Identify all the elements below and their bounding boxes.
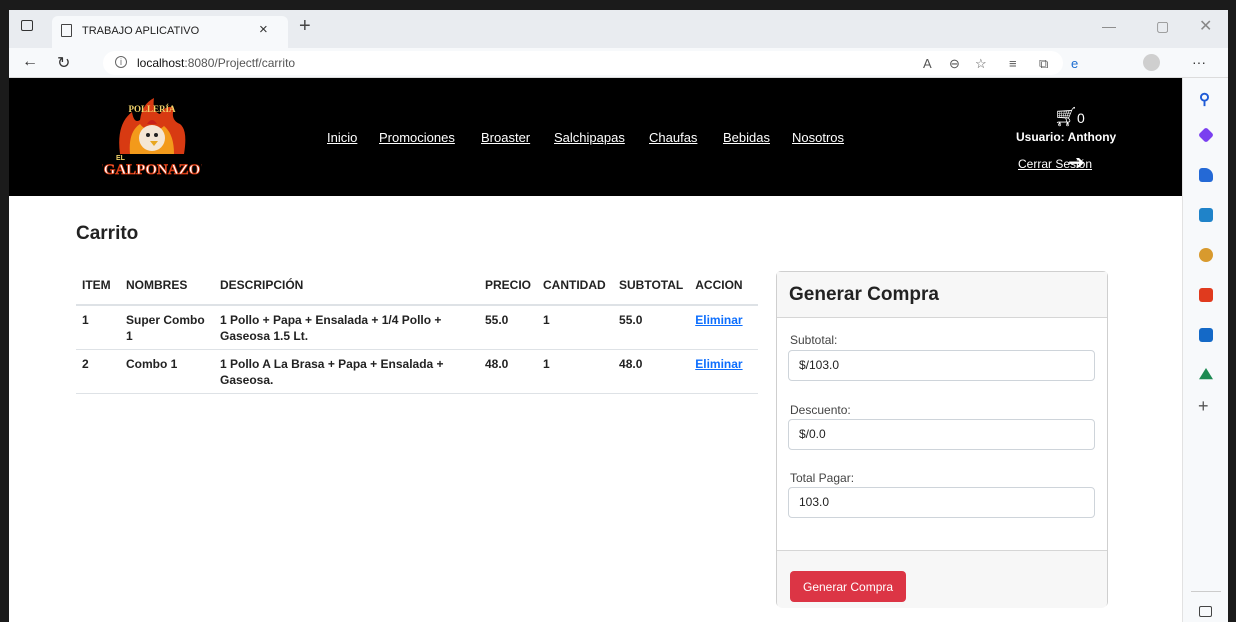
drop-icon[interactable]: [1199, 368, 1213, 380]
total-field[interactable]: 103.0: [788, 487, 1095, 518]
favorites-list-icon[interactable]: ≡: [1009, 56, 1017, 71]
col-item: ITEM: [76, 278, 120, 306]
collections-icon[interactable]: ⧉: [1039, 56, 1048, 72]
refresh-icon[interactable]: ↻: [57, 53, 70, 73]
logo-main-text: "GALPONAZO": [102, 162, 202, 178]
cell-subtotal: 55.0: [613, 305, 690, 350]
new-tab-button[interactable]: +: [299, 15, 311, 38]
cell-cantidad: 1: [537, 305, 614, 350]
ie-mode-icon[interactable]: e: [1071, 56, 1078, 71]
address-bar-row: ← ↻ i localhost:8080/Projectf/carrito A …: [9, 48, 1228, 78]
cell-accion: Eliminar: [689, 305, 758, 350]
page-icon: [61, 24, 72, 37]
col-nombres: NOMBRES: [120, 278, 214, 306]
search-icon[interactable]: ⚲: [1199, 90, 1213, 108]
col-cantidad: CANTIDAD: [537, 278, 614, 306]
logo-top-text: POLLERÍA: [128, 104, 176, 114]
user-label: Usuario: Anthony: [1016, 130, 1117, 144]
site-header: POLLERÍA EL "GALPONAZO" Inicio Promocion…: [9, 78, 1182, 196]
page-title: Carrito: [76, 223, 139, 244]
edge-sidebar: ⚲ +: [1182, 78, 1228, 622]
close-tab-icon[interactable]: ×: [259, 21, 268, 38]
cell-item: 1: [76, 305, 120, 350]
add-sidebar-icon[interactable]: +: [1198, 396, 1209, 417]
subtotal-field[interactable]: $/103.0: [788, 350, 1095, 381]
sidebar-divider: [1191, 591, 1221, 592]
back-icon[interactable]: ←: [22, 53, 38, 71]
total-label: Total Pagar:: [790, 471, 855, 485]
table-row: 2 Combo 1 1 Pollo A La Brasa + Papa + En…: [76, 349, 758, 394]
url-host: localhost: [137, 56, 185, 70]
close-window-icon[interactable]: ✕: [1199, 16, 1212, 36]
tab-actions-icon[interactable]: [21, 20, 33, 31]
games-icon[interactable]: [1199, 248, 1213, 262]
cell-accion: Eliminar: [689, 349, 758, 394]
nav-nosotros[interactable]: Nosotros: [792, 130, 844, 145]
table-row: 1 Super Combo 1 1 Pollo + Papa + Ensalad…: [76, 305, 758, 350]
cart-count: 0: [1077, 110, 1085, 126]
table-header-row: ITEM NOMBRES DESCRIPCIÓN PRECIO CANTIDAD…: [76, 278, 758, 306]
read-aloud-icon[interactable]: A: [923, 56, 932, 71]
logo-el-text: EL: [116, 155, 126, 162]
nav-chaufas[interactable]: Chaufas: [649, 130, 697, 145]
nav-salchipapas[interactable]: Salchipapas: [554, 130, 625, 145]
tab-title: TRABAJO APLICATIVO: [82, 25, 200, 37]
cell-item: 2: [76, 349, 120, 394]
nav-bebidas[interactable]: Bebidas: [723, 130, 770, 145]
summary-footer: Generar Compra: [777, 550, 1107, 608]
cell-subtotal: 48.0: [613, 349, 690, 394]
profile-avatar[interactable]: [1143, 54, 1160, 71]
cart-table: ITEM NOMBRES DESCRIPCIÓN PRECIO CANTIDAD…: [76, 278, 758, 394]
descuento-label: Descuento:: [790, 403, 851, 417]
logout-icon[interactable]: ➔: [1068, 150, 1085, 175]
subtotal-label: Subtotal:: [790, 333, 838, 347]
cell-nombre: Super Combo 1: [120, 305, 214, 350]
eliminar-link[interactable]: Eliminar: [695, 313, 742, 327]
restore-icon[interactable]: ▢: [1156, 18, 1169, 35]
zoom-icon[interactable]: ⊖: [949, 56, 960, 72]
col-subtotal: SUBTOTAL: [613, 278, 690, 306]
office-icon[interactable]: [1199, 288, 1213, 302]
info-icon[interactable]: i: [115, 56, 127, 68]
favorite-icon[interactable]: ☆: [975, 56, 987, 72]
browser-tab[interactable]: TRABAJO APLICATIVO ×: [52, 16, 288, 48]
col-accion: ACCION: [689, 278, 758, 306]
url-path: :8080/Projectf/carrito: [184, 56, 296, 70]
shopping-icon[interactable]: [1199, 168, 1213, 182]
cell-nombre: Combo 1: [120, 349, 214, 394]
outlook-icon[interactable]: [1199, 328, 1213, 342]
cell-cantidad: 1: [537, 349, 614, 394]
purchase-summary-card: Generar Compra Subtotal: $/103.0 Descuen…: [776, 271, 1108, 608]
galponazo-logo[interactable]: POLLERÍA EL "GALPONAZO": [102, 94, 202, 182]
descuento-field[interactable]: $/0.0: [788, 419, 1095, 450]
browser-window: TRABAJO APLICATIVO × + — ▢ ✕ ← ↻ i local…: [9, 10, 1228, 622]
cell-descripcion: 1 Pollo A La Brasa + Papa + Ensalada + G…: [214, 349, 479, 394]
more-icon[interactable]: ···: [1192, 54, 1206, 70]
copilot-icon[interactable]: [1198, 127, 1214, 143]
eliminar-link[interactable]: Eliminar: [695, 357, 742, 371]
col-descripcion: DESCRIPCIÓN: [214, 278, 479, 306]
cart-icon[interactable]: 🛒︎: [1054, 105, 1078, 129]
nav-broaster[interactable]: Broaster: [481, 130, 530, 145]
minimize-icon[interactable]: —: [1102, 18, 1116, 34]
nav-inicio[interactable]: Inicio: [327, 130, 357, 145]
summary-title: Generar Compra: [777, 272, 1107, 318]
url-field[interactable]: i localhost:8080/Projectf/carrito: [103, 51, 1063, 75]
col-precio: PRECIO: [479, 278, 538, 306]
hide-sidebar-icon[interactable]: [1199, 606, 1212, 617]
tab-strip: TRABAJO APLICATIVO × + — ▢ ✕: [9, 10, 1228, 48]
generar-compra-button[interactable]: Generar Compra: [790, 571, 907, 602]
web-page: POLLERÍA EL "GALPONAZO" Inicio Promocion…: [9, 78, 1182, 622]
cell-precio: 48.0: [479, 349, 538, 394]
tools-icon[interactable]: [1199, 208, 1213, 222]
cell-precio: 55.0: [479, 305, 538, 350]
cell-descripcion: 1 Pollo + Papa + Ensalada + 1/4 Pollo + …: [214, 305, 479, 350]
nav-promociones[interactable]: Promociones: [379, 130, 455, 145]
